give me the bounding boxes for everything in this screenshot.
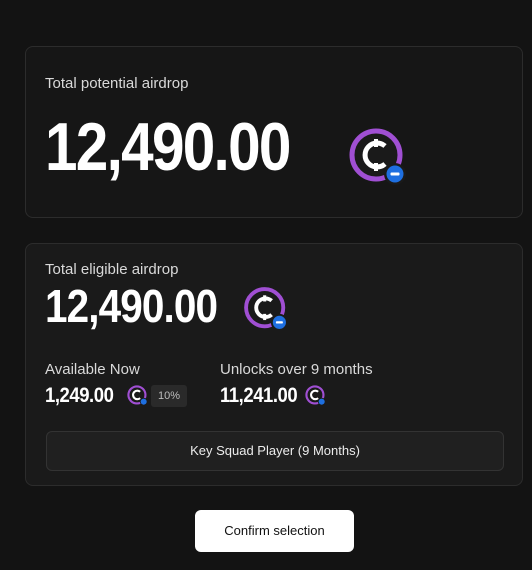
- confirm-selection-button[interactable]: Confirm selection: [195, 510, 354, 552]
- unlocks-label: Unlocks over 9 months: [220, 361, 373, 378]
- eligible-airdrop-card: Total eligible airdrop 12,490.00 Availab…: [25, 243, 523, 486]
- coin-token-icon: [244, 287, 288, 331]
- potential-airdrop-card: Total potential airdrop 12,490.00: [25, 46, 523, 218]
- available-now-label: Available Now: [45, 361, 140, 378]
- eligible-airdrop-amount: 12,490.00: [45, 280, 218, 332]
- coin-token-icon: [305, 385, 326, 406]
- airdrop-page: Total potential airdrop 12,490.00 Total …: [0, 0, 532, 570]
- eligible-airdrop-label: Total eligible airdrop: [45, 261, 179, 278]
- available-now-amount: 1,249.00: [45, 384, 114, 407]
- coin-token-icon: [349, 128, 406, 185]
- coin-token-icon: [127, 385, 148, 406]
- tier-option-button[interactable]: Key Squad Player (9 Months): [46, 431, 504, 471]
- potential-airdrop-label: Total potential airdrop: [45, 75, 189, 92]
- potential-airdrop-amount: 12,490.00: [45, 109, 291, 185]
- unlocks-amount: 11,241.00: [220, 384, 298, 407]
- percent-badge: 10%: [151, 385, 187, 407]
